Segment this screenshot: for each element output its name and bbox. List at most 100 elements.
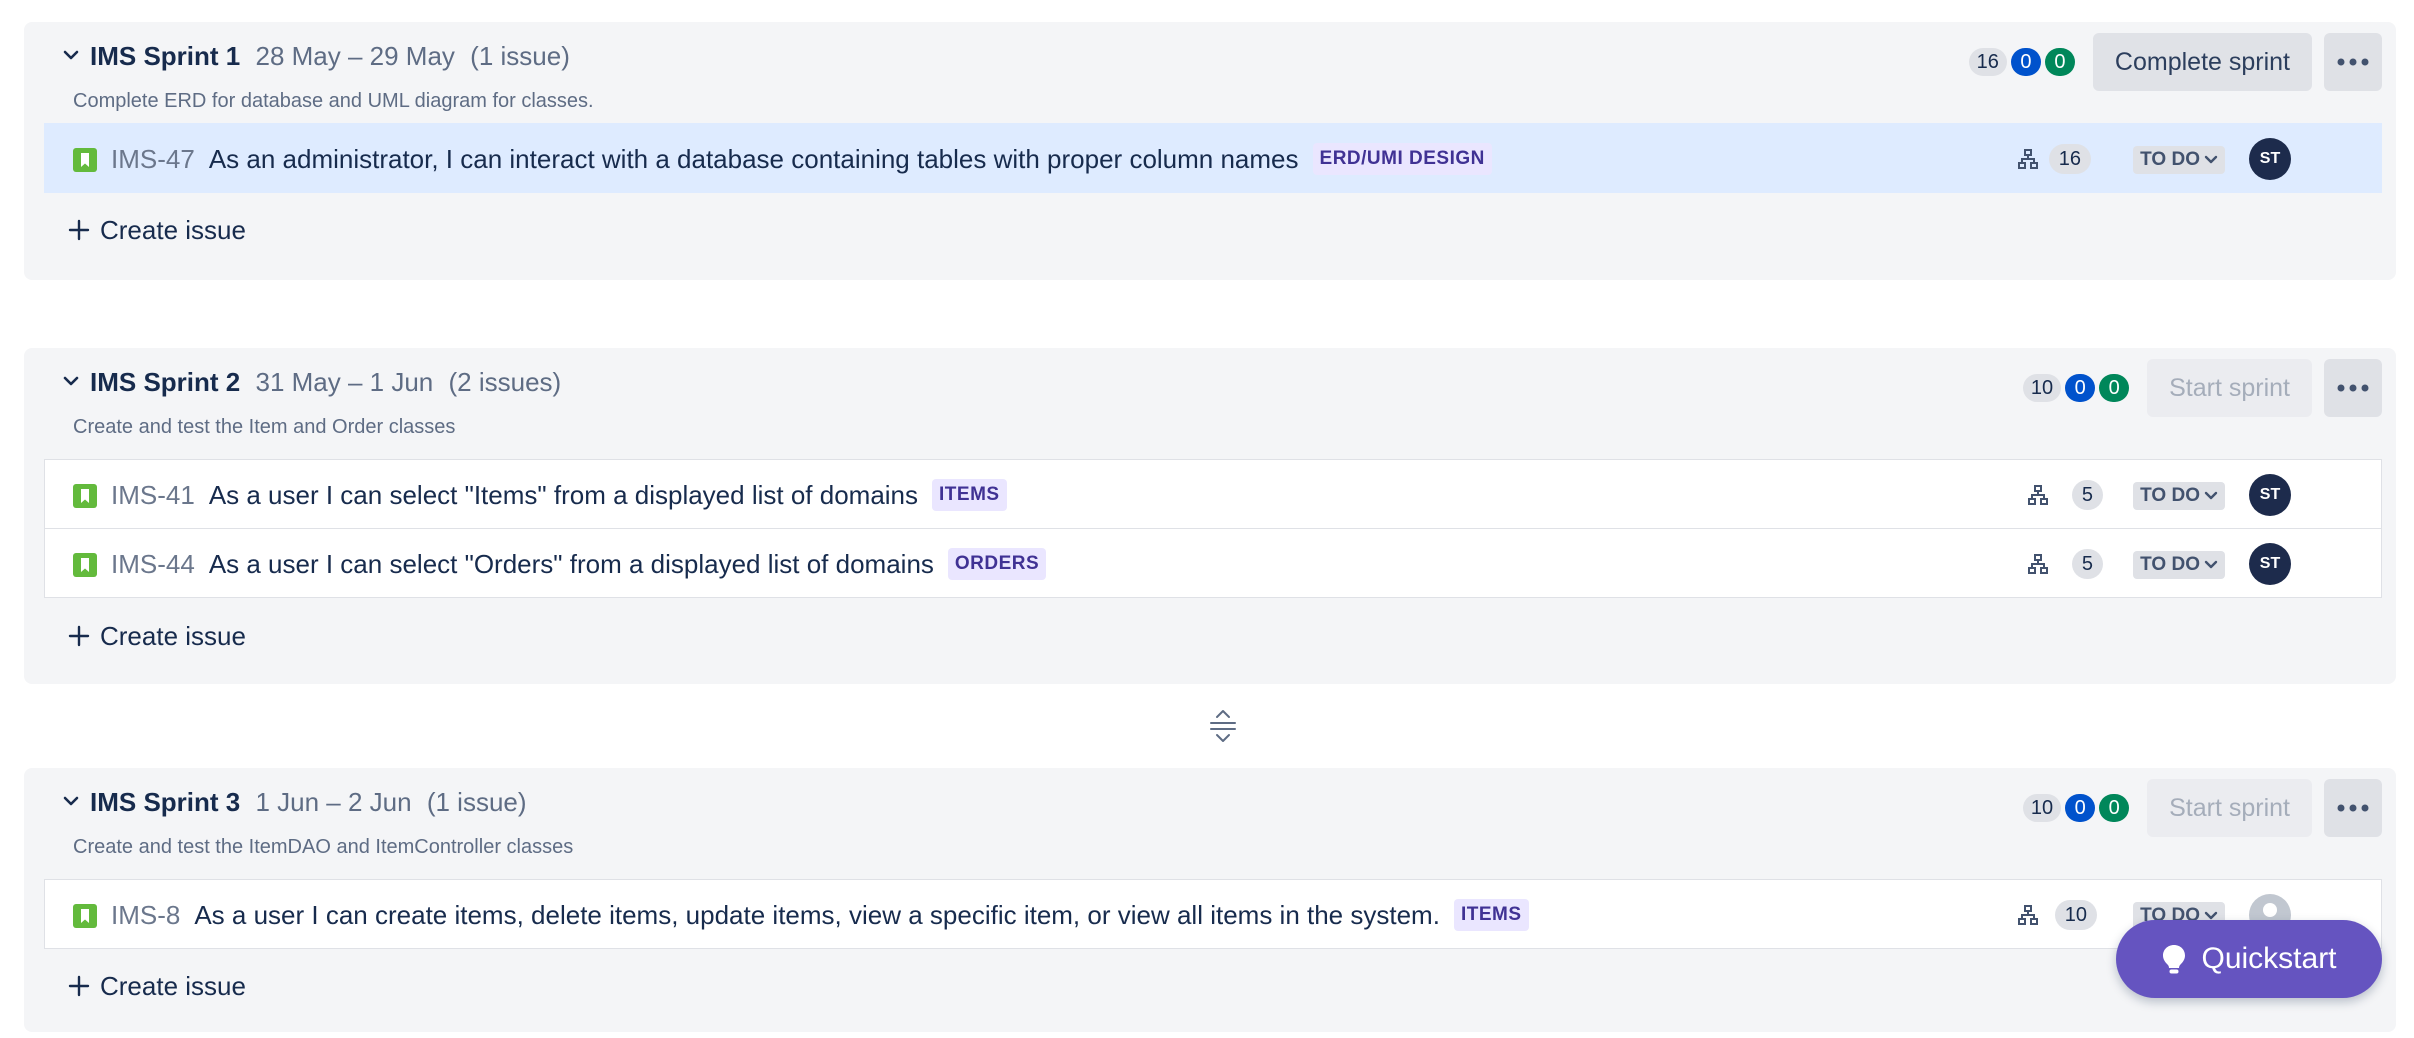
quickstart-button[interactable]: Quickstart bbox=[2116, 920, 2382, 998]
sprint-more-button[interactable] bbox=[2324, 359, 2382, 417]
status-label: TO DO bbox=[2140, 554, 2200, 575]
inprogress-points-badge: 0 bbox=[2065, 794, 2096, 822]
child-issues-icon bbox=[2018, 905, 2038, 925]
story-icon bbox=[73, 148, 97, 172]
chevron-down-icon bbox=[2204, 491, 2218, 500]
chevron-down-icon bbox=[2204, 155, 2218, 164]
create-issue-label: Create issue bbox=[100, 620, 246, 651]
story-icon bbox=[73, 904, 97, 928]
sprint-name[interactable]: IMS Sprint 2 bbox=[90, 367, 240, 397]
sprint-more-button[interactable] bbox=[2324, 779, 2382, 837]
sprint-goal: Complete ERD for database and UML diagra… bbox=[73, 90, 594, 112]
sprint-container: IMS Sprint 1 28 May – 29 May (1 issue) C… bbox=[24, 22, 2396, 280]
done-points-badge: 0 bbox=[2099, 794, 2130, 822]
story-points-badge: 5 bbox=[2071, 480, 2103, 510]
complete-sprint-button[interactable]: Complete sprint bbox=[2092, 33, 2312, 91]
issue-row[interactable]: IMS-41 As a user I can select "Items" fr… bbox=[44, 459, 2382, 529]
todo-points-badge: 10 bbox=[2022, 374, 2062, 402]
sprint-issue-count: (1 issue) bbox=[426, 787, 527, 817]
sprint-name[interactable]: IMS Sprint 3 bbox=[90, 787, 240, 817]
done-points-badge: 0 bbox=[2044, 48, 2075, 76]
done-points-badge: 0 bbox=[2099, 374, 2130, 402]
status-label: TO DO bbox=[2140, 149, 2200, 170]
issue-key[interactable]: IMS-47 bbox=[111, 144, 195, 175]
sprint-dates: 28 May – 29 May bbox=[255, 41, 455, 71]
issue-row[interactable]: IMS-47 As an administrator, I can intera… bbox=[44, 123, 2382, 193]
chevron-down-icon bbox=[2204, 560, 2218, 569]
sprint-header: IMS Sprint 1 28 May – 29 May (1 issue) C… bbox=[24, 22, 2396, 112]
issue-list: IMS-47 As an administrator, I can intera… bbox=[44, 123, 2382, 193]
epic-lozenge[interactable]: ITEMS bbox=[932, 479, 1007, 511]
sprint-actions: 10 0 0 Start sprint bbox=[2022, 359, 2382, 417]
sprint-header: IMS Sprint 2 31 May – 1 Jun (2 issues) C… bbox=[24, 348, 2396, 438]
issue-list: IMS-8 As a user I can create items, dele… bbox=[44, 879, 2382, 949]
create-issue-label: Create issue bbox=[100, 970, 246, 1001]
todo-points-badge: 16 bbox=[1968, 48, 2007, 76]
sprint-container: IMS Sprint 2 31 May – 1 Jun (2 issues) C… bbox=[24, 348, 2396, 684]
status-label: TO DO bbox=[2140, 485, 2200, 506]
more-icon bbox=[2337, 384, 2369, 392]
sprint-issue-count: (1 issue) bbox=[470, 41, 570, 71]
sprint-goal: Create and test the ItemDAO and ItemCont… bbox=[73, 836, 574, 858]
sprint-title: IMS Sprint 3 1 Jun – 2 Jun (1 issue) bbox=[90, 782, 527, 822]
create-issue-button[interactable]: Create issue bbox=[68, 966, 246, 1006]
epic-lozenge[interactable]: ORDERS bbox=[947, 548, 1047, 580]
create-issue-button[interactable]: Create issue bbox=[68, 616, 246, 656]
sprint-dates: 31 May – 1 Jun bbox=[255, 367, 434, 397]
sprint-container: IMS Sprint 3 1 Jun – 2 Jun (1 issue) Cre… bbox=[24, 768, 2396, 1032]
story-points-badge: 5 bbox=[2071, 549, 2103, 579]
assignee-avatar[interactable]: ST bbox=[2249, 474, 2291, 516]
sprint-more-button[interactable] bbox=[2324, 33, 2382, 91]
drag-handle-icon[interactable] bbox=[1208, 708, 1238, 744]
more-icon bbox=[2337, 804, 2369, 812]
inprogress-points-badge: 0 bbox=[2010, 48, 2041, 76]
lightbulb-icon bbox=[2163, 945, 2186, 974]
plus-icon bbox=[68, 975, 90, 997]
child-issues-icon bbox=[2028, 485, 2048, 505]
status-dropdown[interactable]: TO DO bbox=[2133, 146, 2225, 174]
create-issue-button[interactable]: Create issue bbox=[68, 210, 246, 250]
issue-summary[interactable]: As a user I can select "Orders" from a d… bbox=[209, 549, 934, 580]
collapse-chevron-icon[interactable] bbox=[60, 44, 82, 66]
story-icon bbox=[73, 484, 97, 508]
todo-points-badge: 10 bbox=[2022, 794, 2062, 822]
sprint-name[interactable]: IMS Sprint 1 bbox=[90, 41, 240, 71]
assignee-avatar[interactable]: ST bbox=[2249, 138, 2291, 180]
issue-summary[interactable]: As an administrator, I can interact with… bbox=[209, 144, 1299, 175]
collapse-chevron-icon[interactable] bbox=[60, 790, 82, 812]
more-icon bbox=[2337, 58, 2369, 66]
story-points-badge: 10 bbox=[2054, 900, 2097, 930]
issue-row[interactable]: IMS-8 As a user I can create items, dele… bbox=[44, 879, 2382, 949]
sprint-header: IMS Sprint 3 1 Jun – 2 Jun (1 issue) Cre… bbox=[24, 768, 2396, 858]
sprint-title: IMS Sprint 2 31 May – 1 Jun (2 issues) bbox=[90, 362, 561, 402]
quickstart-label: Quickstart bbox=[2201, 942, 2337, 975]
story-points-badge: 16 bbox=[2048, 144, 2091, 174]
issue-key[interactable]: IMS-41 bbox=[111, 480, 195, 511]
issue-summary[interactable]: As a user I can select "Items" from a di… bbox=[209, 480, 918, 511]
story-icon bbox=[73, 553, 97, 577]
issue-list: IMS-41 As a user I can select "Items" fr… bbox=[44, 459, 2382, 598]
plus-icon bbox=[68, 625, 90, 647]
sprint-actions: 10 0 0 Start sprint bbox=[2022, 779, 2382, 837]
issue-row[interactable]: IMS-44 As a user I can select "Orders" f… bbox=[44, 528, 2382, 598]
sprint-issue-count: (2 issues) bbox=[448, 367, 562, 397]
create-issue-label: Create issue bbox=[100, 214, 246, 245]
start-sprint-button[interactable]: Start sprint bbox=[2147, 779, 2312, 837]
assignee-avatar[interactable]: ST bbox=[2249, 543, 2291, 585]
sprint-dates: 1 Jun – 2 Jun bbox=[255, 787, 412, 817]
issue-key[interactable]: IMS-8 bbox=[111, 900, 180, 931]
sprint-actions: 16 0 0 Complete sprint bbox=[1968, 33, 2382, 91]
sprint-goal: Create and test the Item and Order class… bbox=[73, 416, 456, 438]
issue-key[interactable]: IMS-44 bbox=[111, 549, 195, 580]
child-issues-icon bbox=[2018, 149, 2038, 169]
inprogress-points-badge: 0 bbox=[2065, 374, 2096, 402]
issue-summary[interactable]: As a user I can create items, delete ite… bbox=[194, 900, 1440, 931]
status-dropdown[interactable]: TO DO bbox=[2133, 482, 2225, 510]
epic-lozenge[interactable]: ITEMS bbox=[1453, 899, 1529, 931]
start-sprint-button[interactable]: Start sprint bbox=[2147, 359, 2312, 417]
collapse-chevron-icon[interactable] bbox=[60, 370, 82, 392]
epic-lozenge[interactable]: ERD/UMI DESIGN bbox=[1312, 143, 1492, 175]
child-issues-icon bbox=[2028, 554, 2048, 574]
sprint-title: IMS Sprint 1 28 May – 29 May (1 issue) bbox=[90, 36, 570, 76]
status-dropdown[interactable]: TO DO bbox=[2133, 551, 2225, 579]
